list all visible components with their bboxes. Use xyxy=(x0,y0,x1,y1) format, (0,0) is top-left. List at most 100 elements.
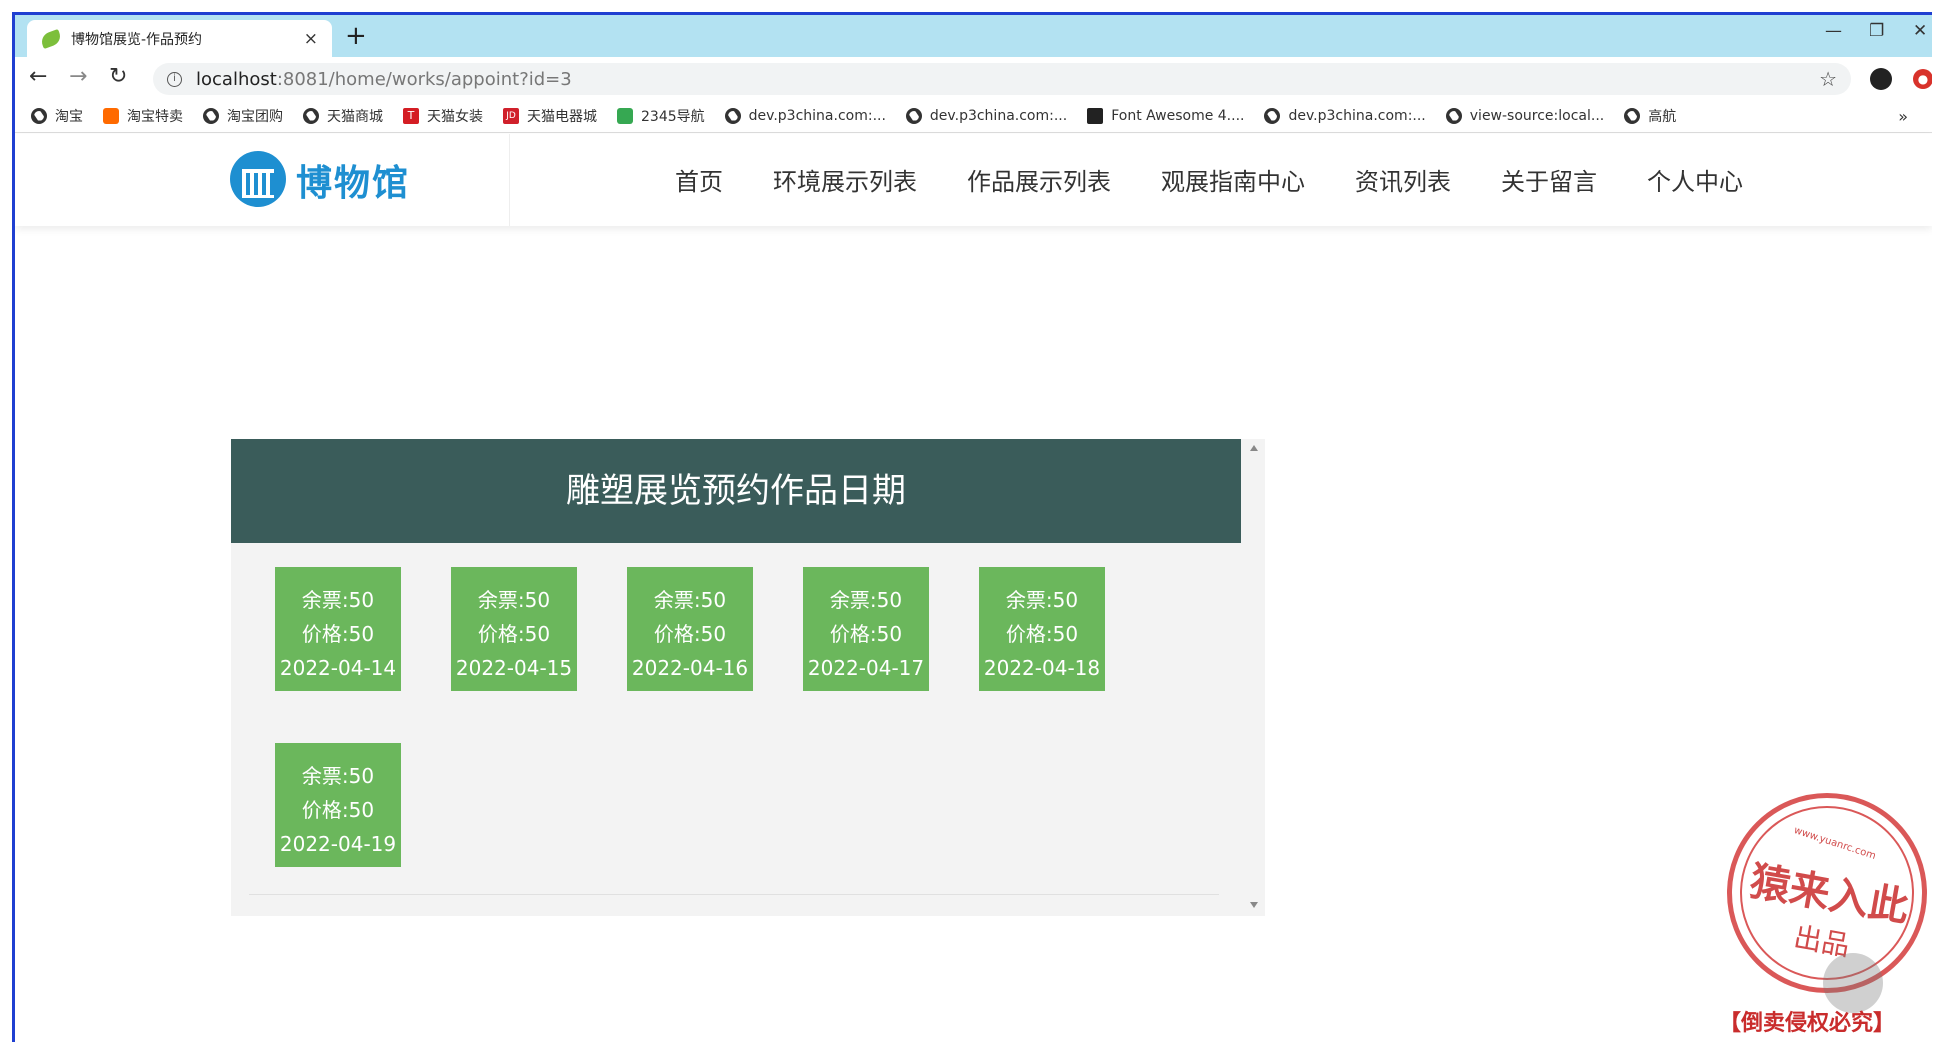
globe-icon xyxy=(724,107,741,124)
bookmark-label: 天猫女装 xyxy=(427,108,483,125)
slot-tickets: 余票:50 xyxy=(477,588,551,612)
slot-date: 2022-04-14 xyxy=(279,656,397,680)
bookmarks-more-icon[interactable]: » xyxy=(1898,107,1908,126)
menu-item-messages[interactable]: 关于留言 xyxy=(1501,162,1597,197)
globe-icon xyxy=(303,107,319,124)
tab-strip: 博物馆展览-作品预约 × + — ❐ ✕ xyxy=(15,15,1932,57)
globe-icon xyxy=(203,107,219,124)
globe-icon xyxy=(31,107,47,124)
browser-toolbar: ← → ↻ i localhost:8081/home/works/appoin… xyxy=(15,57,1932,99)
watermark-stamp: www.yuanrc.com 猿来入此 出品 xyxy=(1727,793,1927,993)
bookmark-star-icon[interactable]: ☆ xyxy=(1819,67,1837,91)
logo-area[interactable]: 博物馆 xyxy=(15,134,510,226)
scroll-down-icon[interactable] xyxy=(1250,902,1258,908)
main-menu: 首页 环境展示列表 作品展示列表 观展指南中心 资讯列表 关于留言 个人中心 xyxy=(675,162,1793,197)
bookmark-label: dev.p3china.com:... xyxy=(1288,107,1426,124)
bookmark-item[interactable]: dev.p3china.com:... xyxy=(905,107,1068,124)
bookmark-item[interactable]: T 天猫女装 xyxy=(403,106,483,126)
bookmark-item[interactable]: 淘宝 xyxy=(31,106,83,126)
booking-title: 雕塑展览预约作品日期 xyxy=(231,439,1241,543)
floating-scroll-button[interactable] xyxy=(1823,953,1883,1013)
bookmark-item[interactable]: 淘宝特卖 xyxy=(103,106,183,126)
bookmark-label: 天猫电器城 xyxy=(527,108,597,125)
window-close-icon[interactable]: ✕ xyxy=(1913,21,1927,41)
jd-icon: JD xyxy=(503,107,519,124)
address-bar[interactable]: i localhost:8081/home/works/appoint?id=3… xyxy=(153,63,1851,95)
bookmark-item[interactable]: 2345导航 xyxy=(617,106,705,126)
scroll-up-icon[interactable] xyxy=(1250,445,1258,451)
reload-icon[interactable]: ↻ xyxy=(109,64,127,89)
panel-divider xyxy=(249,894,1219,895)
menu-item-guide[interactable]: 观展指南中心 xyxy=(1161,162,1305,197)
nav-icon xyxy=(617,107,633,124)
tmall-icon: T xyxy=(403,107,419,124)
bookmark-item[interactable]: 高航 xyxy=(1624,106,1676,126)
close-tab-icon[interactable]: × xyxy=(304,29,318,49)
slot-tickets: 余票:50 xyxy=(829,588,903,612)
globe-icon xyxy=(1624,107,1641,124)
slot-tickets: 余票:50 xyxy=(301,764,375,788)
url-host: localhost xyxy=(196,68,277,90)
bookmark-label: 天猫商城 xyxy=(327,108,383,125)
bookmark-item[interactable]: 天猫商城 xyxy=(303,106,383,126)
minimize-icon[interactable]: — xyxy=(1825,21,1842,41)
date-slot[interactable]: 余票:50 价格:50 2022-04-17 xyxy=(803,567,929,691)
logo-text: 博物馆 xyxy=(296,163,411,204)
url-path: :8081/home/works/appoint?id=3 xyxy=(276,68,572,90)
slot-tickets: 余票:50 xyxy=(653,588,727,612)
browser-window: 博物馆展览-作品预约 × + — ❐ ✕ ← → ↻ i localhost:8… xyxy=(12,12,1932,1042)
bookmark-item[interactable]: JD 天猫电器城 xyxy=(503,106,597,126)
booking-panel: 雕塑展览预约作品日期 余票:50 价格:50 2022-04-14 余票:50 … xyxy=(231,439,1265,916)
bookmark-label: dev.p3china.com:... xyxy=(929,107,1068,124)
slot-date: 2022-04-15 xyxy=(455,656,573,680)
menu-item-environment[interactable]: 环境展示列表 xyxy=(773,162,917,197)
bookmark-label: dev.p3china.com:... xyxy=(748,107,886,124)
globe-icon xyxy=(1264,107,1281,124)
extension-icon[interactable]: ● xyxy=(1913,69,1932,89)
bookmarks-bar: 淘宝 淘宝特卖 淘宝团购 天猫商城 T 天猫女装 JD 天猫电器城 2345导航 d… xyxy=(15,99,1932,133)
leaf-favicon-icon xyxy=(39,28,63,49)
back-arrow-icon[interactable]: ← xyxy=(29,64,47,89)
bookmark-item[interactable]: dev.p3china.com:... xyxy=(724,107,886,124)
bookmark-label: 2345导航 xyxy=(641,108,705,125)
site-info-icon[interactable]: i xyxy=(167,71,182,87)
site-header: 博物馆 首页 环境展示列表 作品展示列表 观展指南中心 资讯列表 关于留言 个人… xyxy=(15,134,1932,226)
menu-item-works[interactable]: 作品展示列表 xyxy=(967,162,1111,197)
panel-scrollbar[interactable] xyxy=(1245,439,1265,916)
museum-logo-icon xyxy=(230,151,286,207)
date-slot[interactable]: 余票:50 价格:50 2022-04-15 xyxy=(451,567,577,691)
bookmark-item[interactable]: Font Awesome 4.... xyxy=(1087,107,1245,124)
browser-tab[interactable]: 博物馆展览-作品预约 × xyxy=(27,20,332,57)
forward-arrow-icon[interactable]: → xyxy=(69,64,87,89)
profile-avatar-icon[interactable] xyxy=(1870,68,1892,90)
fontawesome-icon xyxy=(1087,107,1104,124)
watermark-note: 【倒卖侵权必究】 xyxy=(1719,1010,1896,1036)
bookmark-item[interactable]: dev.p3china.com:... xyxy=(1264,107,1426,124)
bookmark-label: 高航 xyxy=(1648,108,1677,125)
bookmark-label: Font Awesome 4.... xyxy=(1111,107,1245,124)
new-tab-button[interactable]: + xyxy=(345,23,367,49)
slot-tickets: 余票:50 xyxy=(301,588,375,612)
restore-icon[interactable]: ❐ xyxy=(1869,21,1884,41)
date-slot[interactable]: 余票:50 价格:50 2022-04-19 xyxy=(275,743,401,867)
slot-price: 价格:50 xyxy=(1005,622,1079,646)
date-slot[interactable]: 余票:50 价格:50 2022-04-18 xyxy=(979,567,1105,691)
bookmark-label: 淘宝特卖 xyxy=(127,108,183,125)
menu-item-profile[interactable]: 个人中心 xyxy=(1647,162,1743,197)
globe-icon xyxy=(905,107,922,124)
menu-item-news[interactable]: 资讯列表 xyxy=(1355,162,1451,197)
tab-title: 博物馆展览-作品预约 xyxy=(71,31,203,48)
slot-price: 价格:50 xyxy=(477,622,551,646)
slot-price: 价格:50 xyxy=(301,798,375,822)
slot-price: 价格:50 xyxy=(829,622,903,646)
menu-item-home[interactable]: 首页 xyxy=(675,162,723,197)
slot-date: 2022-04-16 xyxy=(631,656,749,680)
bookmark-label: view-source:local... xyxy=(1469,107,1605,124)
slot-price: 价格:50 xyxy=(301,622,375,646)
date-slot[interactable]: 余票:50 价格:50 2022-04-14 xyxy=(275,567,401,691)
slot-price: 价格:50 xyxy=(653,622,727,646)
bookmark-item[interactable]: 淘宝团购 xyxy=(203,106,283,126)
bookmark-item[interactable]: view-source:local... xyxy=(1445,107,1605,124)
date-slot[interactable]: 余票:50 价格:50 2022-04-16 xyxy=(627,567,753,691)
taobao-icon xyxy=(103,107,119,124)
